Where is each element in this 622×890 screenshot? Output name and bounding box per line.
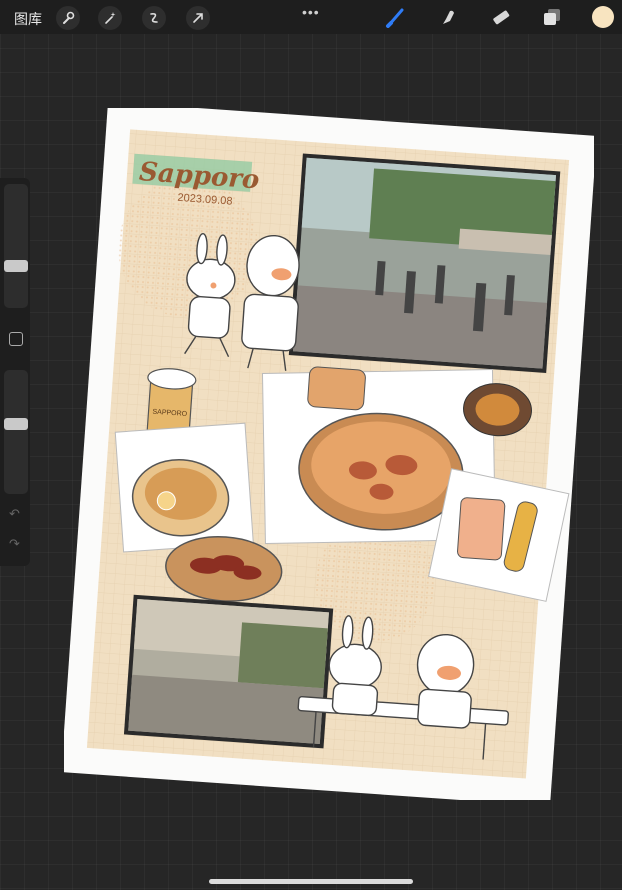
evening-photo <box>123 594 334 749</box>
modify-button[interactable] <box>9 332 23 346</box>
gallery-button[interactable]: 图库 <box>14 9 42 29</box>
brush-icon[interactable] <box>383 5 409 29</box>
sidebar: ↶ ↷ <box>0 178 30 566</box>
redo-button[interactable]: ↷ <box>9 536 20 552</box>
more-menu-button[interactable]: ••• <box>302 4 320 20</box>
opacity-knob[interactable] <box>4 418 28 430</box>
street-photo <box>288 153 561 373</box>
smudge-icon[interactable] <box>435 5 461 29</box>
opacity-slider[interactable] <box>4 370 28 494</box>
color-picker-button[interactable] <box>592 6 614 28</box>
top-toolbar: 图库 ••• <box>0 0 622 34</box>
eraser-icon[interactable] <box>487 5 513 29</box>
transform-arrow-icon[interactable] <box>186 6 210 30</box>
home-indicator <box>209 879 413 884</box>
undo-button[interactable]: ↶ <box>9 506 20 522</box>
layers-icon[interactable] <box>539 5 565 29</box>
wrench-icon[interactable] <box>56 6 80 30</box>
magic-wand-icon[interactable] <box>98 6 122 30</box>
artwork: Sapporo 2023.09.08 SAPPORO <box>61 101 597 807</box>
canvas[interactable]: Sapporo 2023.09.08 SAPPORO <box>61 101 597 807</box>
selection-icon[interactable] <box>142 6 166 30</box>
brush-size-knob[interactable] <box>4 260 28 272</box>
brush-size-slider[interactable] <box>4 184 28 308</box>
